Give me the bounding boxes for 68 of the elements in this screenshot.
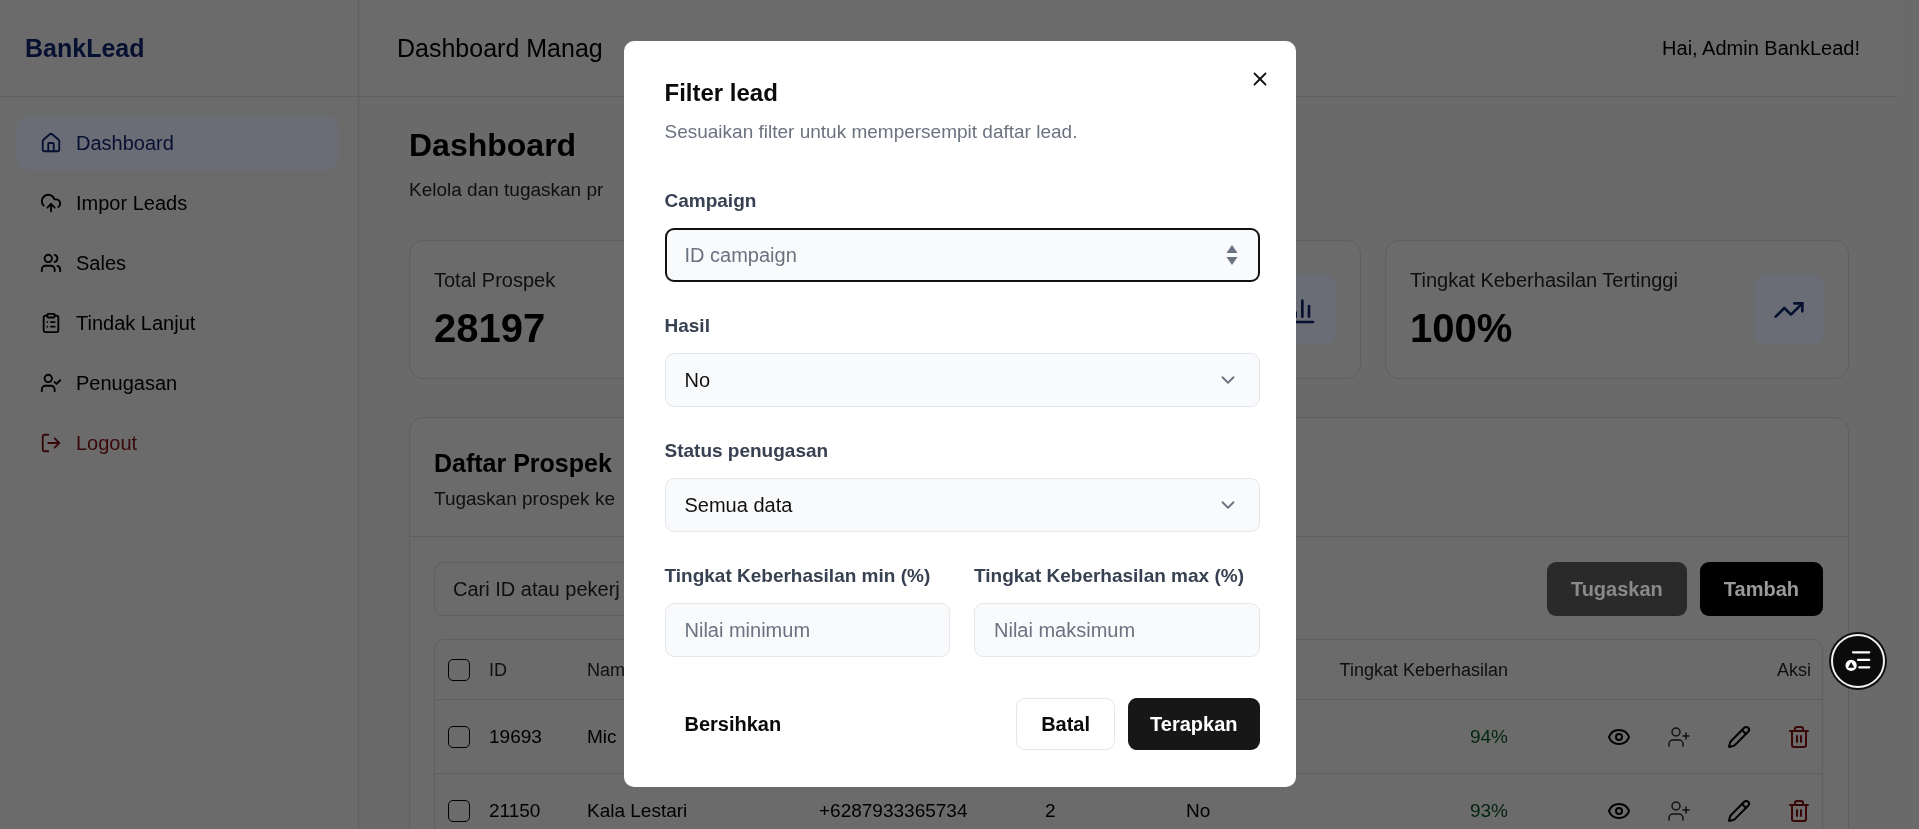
dialog-description: Sesuaikan filter untuk mempersempit daftar lead.: [664, 120, 1078, 144]
field-label: Tingkat Keberhasilan max (%): [974, 564, 1244, 588]
delete-button[interactable]: [1787, 798, 1811, 823]
user-plus-icon: [1667, 798, 1691, 823]
edit-button[interactable]: [1727, 798, 1751, 823]
name-cell: Kala Lestari: [587, 798, 688, 823]
panel-subtitle: Tugaskan prospek ke: [434, 487, 615, 511]
name-cell: Mic: [587, 724, 617, 749]
table-cell: 2: [1045, 798, 1056, 823]
add-button[interactable]: Tambah: [1699, 562, 1823, 616]
cancel-button[interactable]: Batal: [1016, 698, 1116, 750]
max-rate-field[interactable]: Nilai maksimum: [974, 603, 1260, 657]
delete-button[interactable]: [1787, 724, 1811, 749]
column-header: Nam: [587, 658, 625, 682]
stat-value: 100%: [1410, 305, 1514, 352]
stat-value: 28197: [434, 305, 547, 352]
success-rate-cell: 94%: [1469, 724, 1508, 749]
dialog-title: Filter lead: [664, 78, 778, 108]
clipboard-icon: [40, 312, 62, 334]
result-select[interactable]: No: [664, 353, 1260, 407]
status-select[interactable]: Semua data: [664, 478, 1260, 532]
page-subtitle: Kelola dan tugaskan pr: [409, 178, 604, 202]
house-icon: [40, 132, 62, 154]
column-header: ID: [489, 658, 507, 682]
user-plus-icon: [1667, 724, 1691, 749]
sidebar-item[interactable]: Tindak Lanjut: [17, 296, 338, 350]
edit-button[interactable]: [1727, 724, 1751, 749]
assign-user-button[interactable]: [1667, 798, 1691, 823]
field-label: Hasil: [664, 314, 710, 338]
users-icon: [40, 252, 62, 274]
field-label: Status penugasan: [664, 439, 829, 463]
greeting-text: Hai, Admin BankLead!: [1662, 36, 1860, 60]
panel-title: Daftar Prospek: [434, 448, 612, 479]
spinner-arrows-icon[interactable]: [1225, 243, 1238, 267]
success-rate-cell: 93%: [1469, 798, 1508, 823]
checkbox[interactable]: [448, 799, 470, 822]
sidebar-item[interactable]: Sales: [17, 236, 338, 290]
pencil-icon: [1727, 724, 1751, 749]
id-cell: 21150: [489, 798, 541, 823]
pencil-icon: [1727, 798, 1751, 823]
logout-icon: [40, 432, 62, 454]
trash-icon: [1787, 724, 1811, 749]
checkbox[interactable]: [448, 658, 470, 681]
stat-title: Tingkat Keberhasilan Tertinggi: [1410, 268, 1678, 293]
table-cell: No: [1186, 798, 1211, 823]
sidebar-item[interactable]: Impor Leads: [17, 176, 338, 230]
clear-button[interactable]: Bersihkan: [664, 698, 802, 750]
assign-user-button[interactable]: [1667, 724, 1691, 749]
page-title: Dashboard: [409, 126, 577, 165]
cloud-upload-icon: [40, 192, 62, 214]
trash-icon: [1787, 798, 1811, 823]
header-title: Dashboard Manag: [397, 33, 603, 63]
column-header: Aksi: [1777, 658, 1811, 682]
sidebar-item[interactable]: Penugasan: [17, 356, 338, 410]
min-rate-field[interactable]: Nilai minimum: [664, 603, 950, 657]
checkbox[interactable]: [448, 725, 470, 748]
logout-link[interactable]: Logout: [17, 416, 338, 470]
id-cell: 19693: [489, 724, 542, 749]
stat-title: Total Prospek: [434, 268, 556, 293]
column-header: Tingkat Keberhasilan: [1339, 658, 1508, 682]
field-label: Campaign: [664, 189, 757, 213]
user-check-icon: [40, 372, 62, 394]
campaign-field[interactable]: ID campaign: [664, 228, 1260, 282]
app-logo: BankLead: [25, 33, 145, 63]
sidebar-item[interactable]: Dashboard: [17, 116, 338, 170]
phone-cell: +6287933365734: [819, 798, 968, 823]
apply-button[interactable]: Terapkan: [1128, 698, 1260, 750]
field-label: Tingkat Keberhasilan min (%): [664, 564, 931, 588]
